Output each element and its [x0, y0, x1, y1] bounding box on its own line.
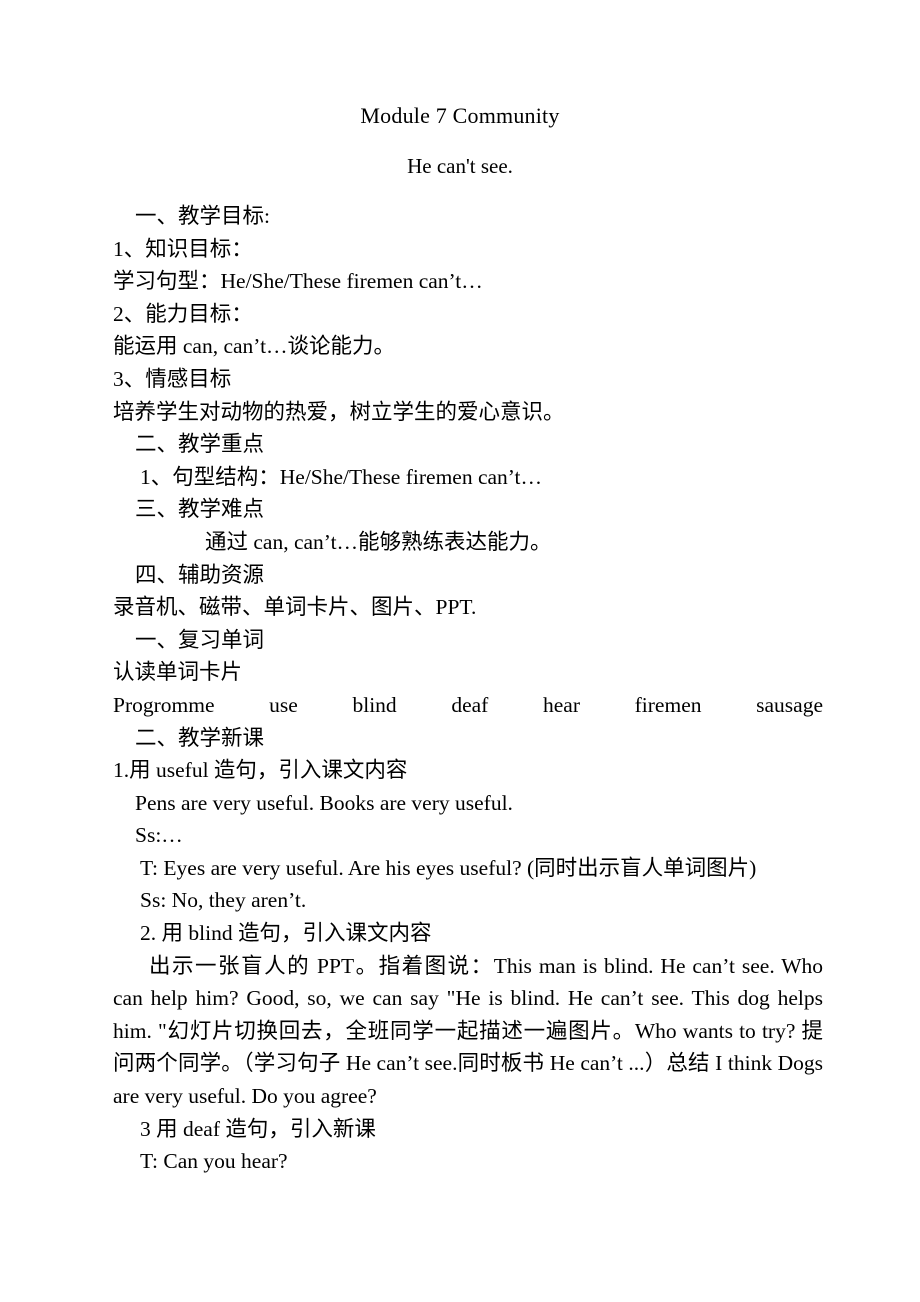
lesson-plan-body: 一、教学目标: 1、知识目标： 学习句型：He/She/These fireme…	[0, 200, 920, 1178]
title-block: Module 7 Community He can't see.	[0, 0, 920, 184]
text-ability-objective-detail: 能运用 can, can’t…谈论能力。	[113, 334, 396, 359]
page-title: Module 7 Community	[360, 103, 560, 128]
heading-ability-objective: 2、能力目标：	[113, 301, 253, 326]
heading-emotional-objective: 3、情感目标	[113, 366, 232, 391]
text-step-2-blind: 2. 用 blind 造句，引入课文内容	[140, 921, 432, 946]
text-sentence-pattern-study: 学习句型：He/She/These firemen can’t…	[113, 269, 483, 294]
text-example-sentences-useful: Pens are very useful. Books are very use…	[135, 790, 513, 815]
word-list: Progromme use blind deaf hear firemen sa…	[113, 692, 823, 717]
heading-teaching-difficulty: 三、教学难点	[135, 497, 265, 522]
text-students-response-2: Ss: No, they aren’t.	[140, 888, 307, 913]
text-step-3-deaf: 3 用 deaf 造句，引入新课	[140, 1116, 376, 1141]
heading-teaching-resources: 四、辅助资源	[135, 562, 265, 587]
text-teacher-can-you-hear: T: Can you hear?	[140, 1149, 288, 1174]
text-resources-list: 录音机、磁带、单词卡片、图片、PPT.	[113, 595, 477, 620]
heading-new-lesson: 二、教学新课	[135, 725, 265, 750]
text-students-response-1: Ss:…	[135, 823, 183, 848]
text-teaching-difficulty-detail: 通过 can, can’t…能够熟练表达能力。	[205, 529, 552, 554]
document-page: Module 7 Community He can't see. 一、教学目标:…	[0, 0, 920, 1302]
text-read-word-cards: 认读单词卡片	[113, 660, 243, 685]
paragraph-blind-ppt-activity: 出示一张盲人的 PPT。指着图说：This man is blind. He c…	[113, 953, 829, 1109]
heading-review-words: 一、复习单词	[135, 627, 265, 652]
text-step-1-useful: 1.用 useful 造句，引入课文内容	[113, 758, 408, 783]
text-teacher-eyes-question: T: Eyes are very useful. Are his eyes us…	[140, 855, 757, 880]
page-subtitle: He can't see.	[407, 154, 513, 178]
text-emotional-objective-detail: 培养学生对动物的热爱，树立学生的爱心意识。	[113, 399, 565, 424]
heading-teaching-objectives: 一、教学目标:	[135, 204, 270, 228]
text-sentence-structure: 1、句型结构：He/She/These firemen can’t…	[140, 464, 543, 489]
heading-teaching-focus: 二、教学重点	[135, 432, 265, 457]
heading-knowledge-objective: 1、知识目标：	[113, 236, 253, 261]
